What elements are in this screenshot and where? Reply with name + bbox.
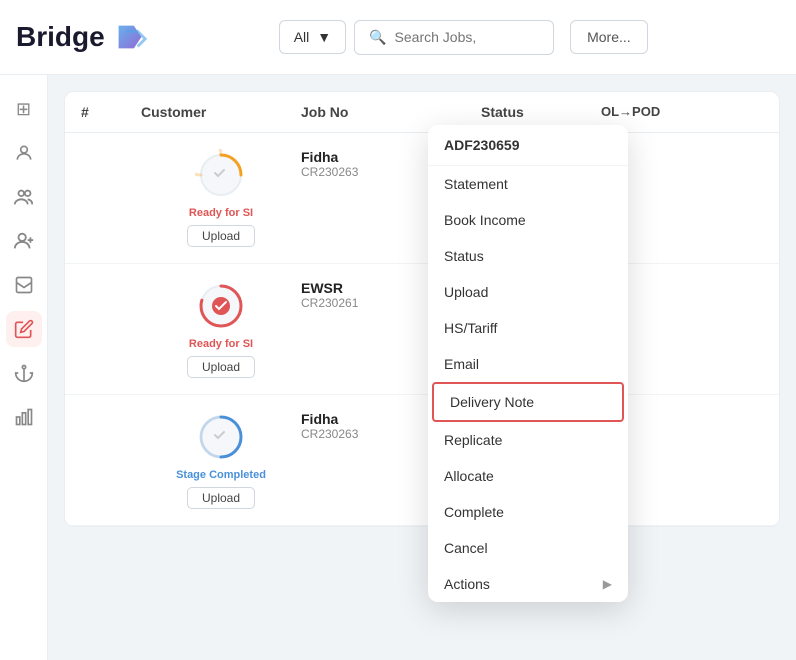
context-menu-header: ADF230659 [428, 125, 628, 166]
sidebar-item-add-user[interactable] [6, 223, 42, 259]
search-input-wrap: 🔍 [354, 20, 554, 55]
status-label: Ready for SI [189, 338, 253, 350]
header: Bridge All ▼ 🔍 More... [0, 0, 796, 75]
chevron-down-icon: ▼ [317, 29, 331, 45]
col-customer: Customer [141, 104, 301, 120]
col-hash: # [81, 104, 141, 120]
logo-area: Bridge [16, 18, 149, 56]
search-bar: All ▼ 🔍 More... [279, 20, 648, 55]
main-content: # Customer Job No Status OL→POD [48, 75, 796, 660]
upload-button[interactable]: Upload [187, 356, 255, 378]
table-row: Stage Completed Upload Fidha CR230263 AD… [65, 395, 779, 526]
menu-item-hs-tariff[interactable]: HS/Tariff [428, 310, 628, 346]
chevron-right-icon: ▶ [603, 577, 612, 591]
col-jobno: Job No [301, 104, 481, 120]
menu-item-cancel[interactable]: Cancel [428, 530, 628, 566]
menu-item-allocate[interactable]: Allocate [428, 458, 628, 494]
col-status: Status [481, 104, 601, 120]
menu-item-replicate[interactable]: Replicate [428, 422, 628, 458]
status-cell: Stage Completed Upload [141, 411, 301, 509]
status-label: Stage Completed [176, 469, 266, 481]
sidebar-item-chart[interactable] [6, 399, 42, 435]
menu-item-upload[interactable]: Upload [428, 274, 628, 310]
sidebar-item-edit[interactable] [6, 311, 42, 347]
logo-text: Bridge [16, 21, 105, 53]
status-label: Ready for SI [189, 207, 253, 219]
status-cell: Ready for SI Upload [141, 149, 301, 247]
context-menu: ADF230659 Statement Book Income Status U… [428, 125, 628, 602]
menu-item-delivery-note[interactable]: Delivery Note [432, 382, 624, 422]
table-header: # Customer Job No Status OL→POD [65, 92, 779, 133]
menu-item-email[interactable]: Email [428, 346, 628, 382]
sidebar-item-user[interactable] [6, 135, 42, 171]
menu-item-actions[interactable]: Actions ▶ [428, 566, 628, 602]
menu-item-complete[interactable]: Complete [428, 494, 628, 530]
upload-button[interactable]: Upload [187, 487, 255, 509]
status-circle [195, 149, 247, 201]
dropdown-label: All [294, 29, 310, 45]
more-button[interactable]: More... [570, 20, 648, 54]
sidebar-item-inbox[interactable] [6, 267, 42, 303]
status-circle [195, 280, 247, 332]
table-row: Ready for SI Upload EWSR CR230261 ADF230… [65, 264, 779, 395]
menu-item-statement[interactable]: Statement [428, 166, 628, 202]
sidebar: ⊞ [0, 75, 48, 660]
layout: ⊞ # Customer Job No [0, 75, 796, 660]
menu-item-book-income[interactable]: Book Income [428, 202, 628, 238]
sidebar-item-grid[interactable]: ⊞ [6, 91, 42, 127]
status-circle [195, 411, 247, 463]
filter-dropdown[interactable]: All ▼ [279, 20, 346, 54]
menu-item-status[interactable]: Status [428, 238, 628, 274]
status-cell: Ready for SI Upload [141, 280, 301, 378]
table-row: Ready for SI Upload Fidha CR230263 OVA23… [65, 133, 779, 264]
sidebar-item-anchor[interactable] [6, 355, 42, 391]
upload-button[interactable]: Upload [187, 225, 255, 247]
search-icon: 🔍 [369, 29, 386, 46]
jobs-table: # Customer Job No Status OL→POD [64, 91, 780, 527]
sidebar-item-group[interactable] [6, 179, 42, 215]
logo-icon [111, 18, 149, 56]
col-pod: OL→POD [601, 104, 701, 120]
search-input[interactable] [395, 29, 535, 45]
